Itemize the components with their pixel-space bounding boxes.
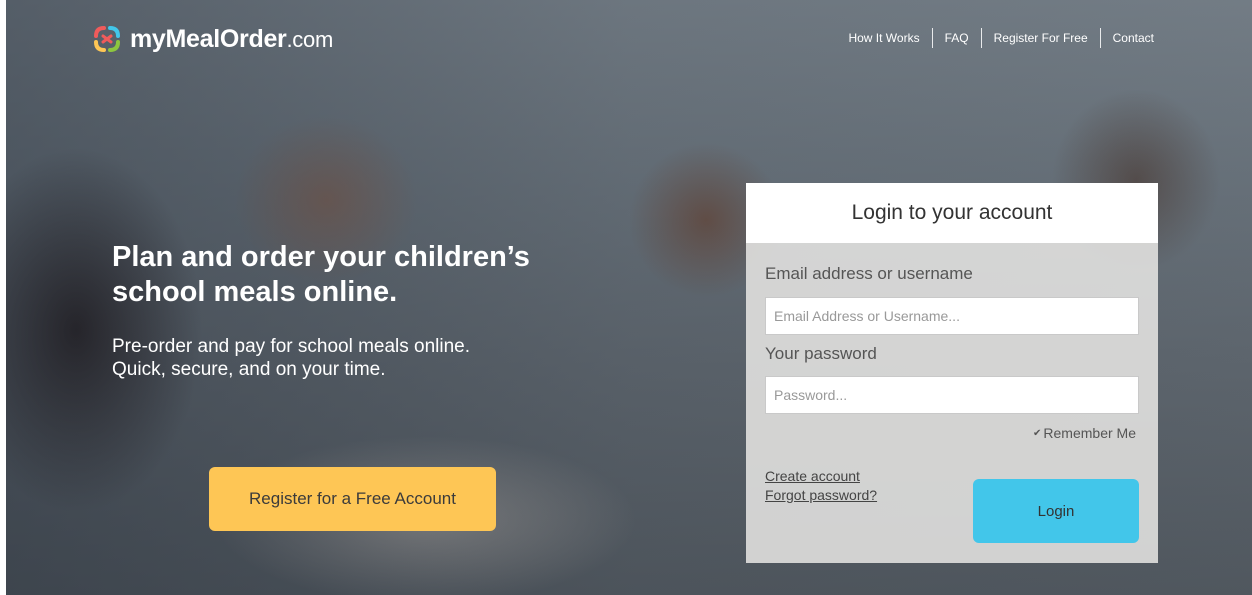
nav-register-for-free[interactable]: Register For Free [982, 28, 1100, 48]
logo-name: myMealOrder [130, 24, 287, 53]
email-username-input[interactable] [765, 297, 1139, 335]
remember-me-label: Remember Me [1043, 425, 1136, 441]
nav-faq[interactable]: FAQ [933, 28, 981, 48]
login-button[interactable]: Login [973, 479, 1139, 543]
remember-me-checkbox[interactable]: ✔ Remember Me [1033, 425, 1136, 441]
email-label: Email address or username [765, 264, 973, 283]
site-logo[interactable]: myMealOrder.com [92, 22, 333, 56]
nav-how-it-works[interactable]: How It Works [836, 28, 931, 48]
logo-suffix: .com [286, 26, 334, 52]
password-label: Your password [765, 344, 877, 363]
logo-text: myMealOrder.com [130, 25, 333, 54]
create-account-link[interactable]: Create account [765, 468, 860, 484]
register-free-account-button[interactable]: Register for a Free Account [209, 467, 496, 531]
forgot-password-link[interactable]: Forgot password? [765, 487, 877, 503]
login-panel: Login to your account Email address or u… [746, 183, 1158, 563]
hero-subline-2: Quick, secure, and on your time. [112, 359, 386, 380]
hero-subline-1: Pre-order and pay for school meals onlin… [112, 336, 471, 357]
hero-subline: Pre-order and pay for school meals onlin… [112, 335, 632, 381]
checkbox-check-icon[interactable]: ✔ [1033, 428, 1041, 439]
logo-links-icon [94, 26, 120, 52]
nav-contact[interactable]: Contact [1101, 28, 1166, 48]
login-title: Login to your account [746, 183, 1158, 243]
password-input[interactable] [765, 376, 1139, 414]
hero-headline: Plan and order your children’s school me… [112, 241, 530, 308]
top-nav: How It Works FAQ Register For Free Conta… [836, 28, 1166, 48]
